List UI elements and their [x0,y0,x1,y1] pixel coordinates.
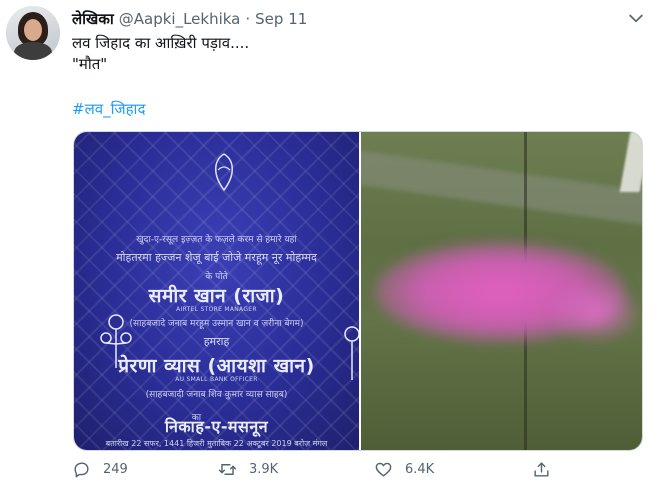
separator-dot: · [245,10,251,28]
tweet-text-line2: "मौत" [72,55,108,73]
wedding-invitation-image[interactable]: खुदा-ए-रसूल इज़्ज़त के फज़ले करम से हमार… [74,132,359,450]
like-count: 6.4K [405,462,435,477]
like-icon [375,462,392,477]
groom-title: AIRTEL STORE MANAGER [176,306,257,313]
reply-button[interactable]: 249 [72,460,128,479]
display-name[interactable]: लेखिका [72,9,114,29]
user-handle[interactable]: @Aapki_Lekhika [119,10,241,28]
tweet-text-line1: लव जिहाद का आख़िरी पड़ाव.... [72,34,250,52]
tweet-actions: 249 3.9K 6.4K [72,460,572,488]
reply-icon [74,462,89,478]
groom-name: समीर खान (राजा) [148,285,285,307]
tweet-date[interactable]: Sep 11 [255,10,307,28]
bride-title: AU SMALL BANK OFFICER [175,376,258,383]
more-chevron-icon[interactable] [626,8,646,28]
reply-count: 249 [103,462,128,477]
retweet-count: 3.9K [249,462,279,477]
groom-parent: (साहबजादे जनाब मरहूम उस्मान खान व ज़रीना… [129,319,304,329]
invite-line1: खुदा-ए-रसूल इज़्ज़त के फज़ले करम से हमार… [136,235,297,245]
retweet-icon [218,464,237,475]
date-line: बतारीख 22 सफर, 1441 हिजरी मुताबिक 22 अक्… [105,439,328,448]
invite-line2: मोहतरमा हज्जन शेजू बाई जोजे मरहूम नूर मो… [116,251,317,264]
sang-text: हमराह [203,335,230,348]
avatar[interactable] [6,6,60,60]
media-grid: खुदा-ए-रसूल इज़्ज़त के फज़ले करम से हमार… [73,131,643,451]
share-button[interactable] [532,460,551,479]
bride-parent: (साहबजादी जनाब शिव कुमार व्यास साहब) [145,390,288,400]
share-icon [534,462,549,477]
retweet-button[interactable]: 3.9K [218,460,278,479]
hashtag-link[interactable]: #लव_जिहाद [72,99,145,119]
like-button[interactable]: 6.4K [374,460,434,479]
tweet-header: लेखिका @Aapki_Lekhika · Sep 11 [72,9,640,29]
emblem-icon [215,153,233,192]
bride-name: प्रेरणा व्यास (आयशा खान) [118,355,315,377]
blurred-photo-image[interactable] [361,132,642,450]
invite-line3: के पोते [205,272,228,282]
nikah-text: निकाह-ए-मसनून [164,417,269,436]
